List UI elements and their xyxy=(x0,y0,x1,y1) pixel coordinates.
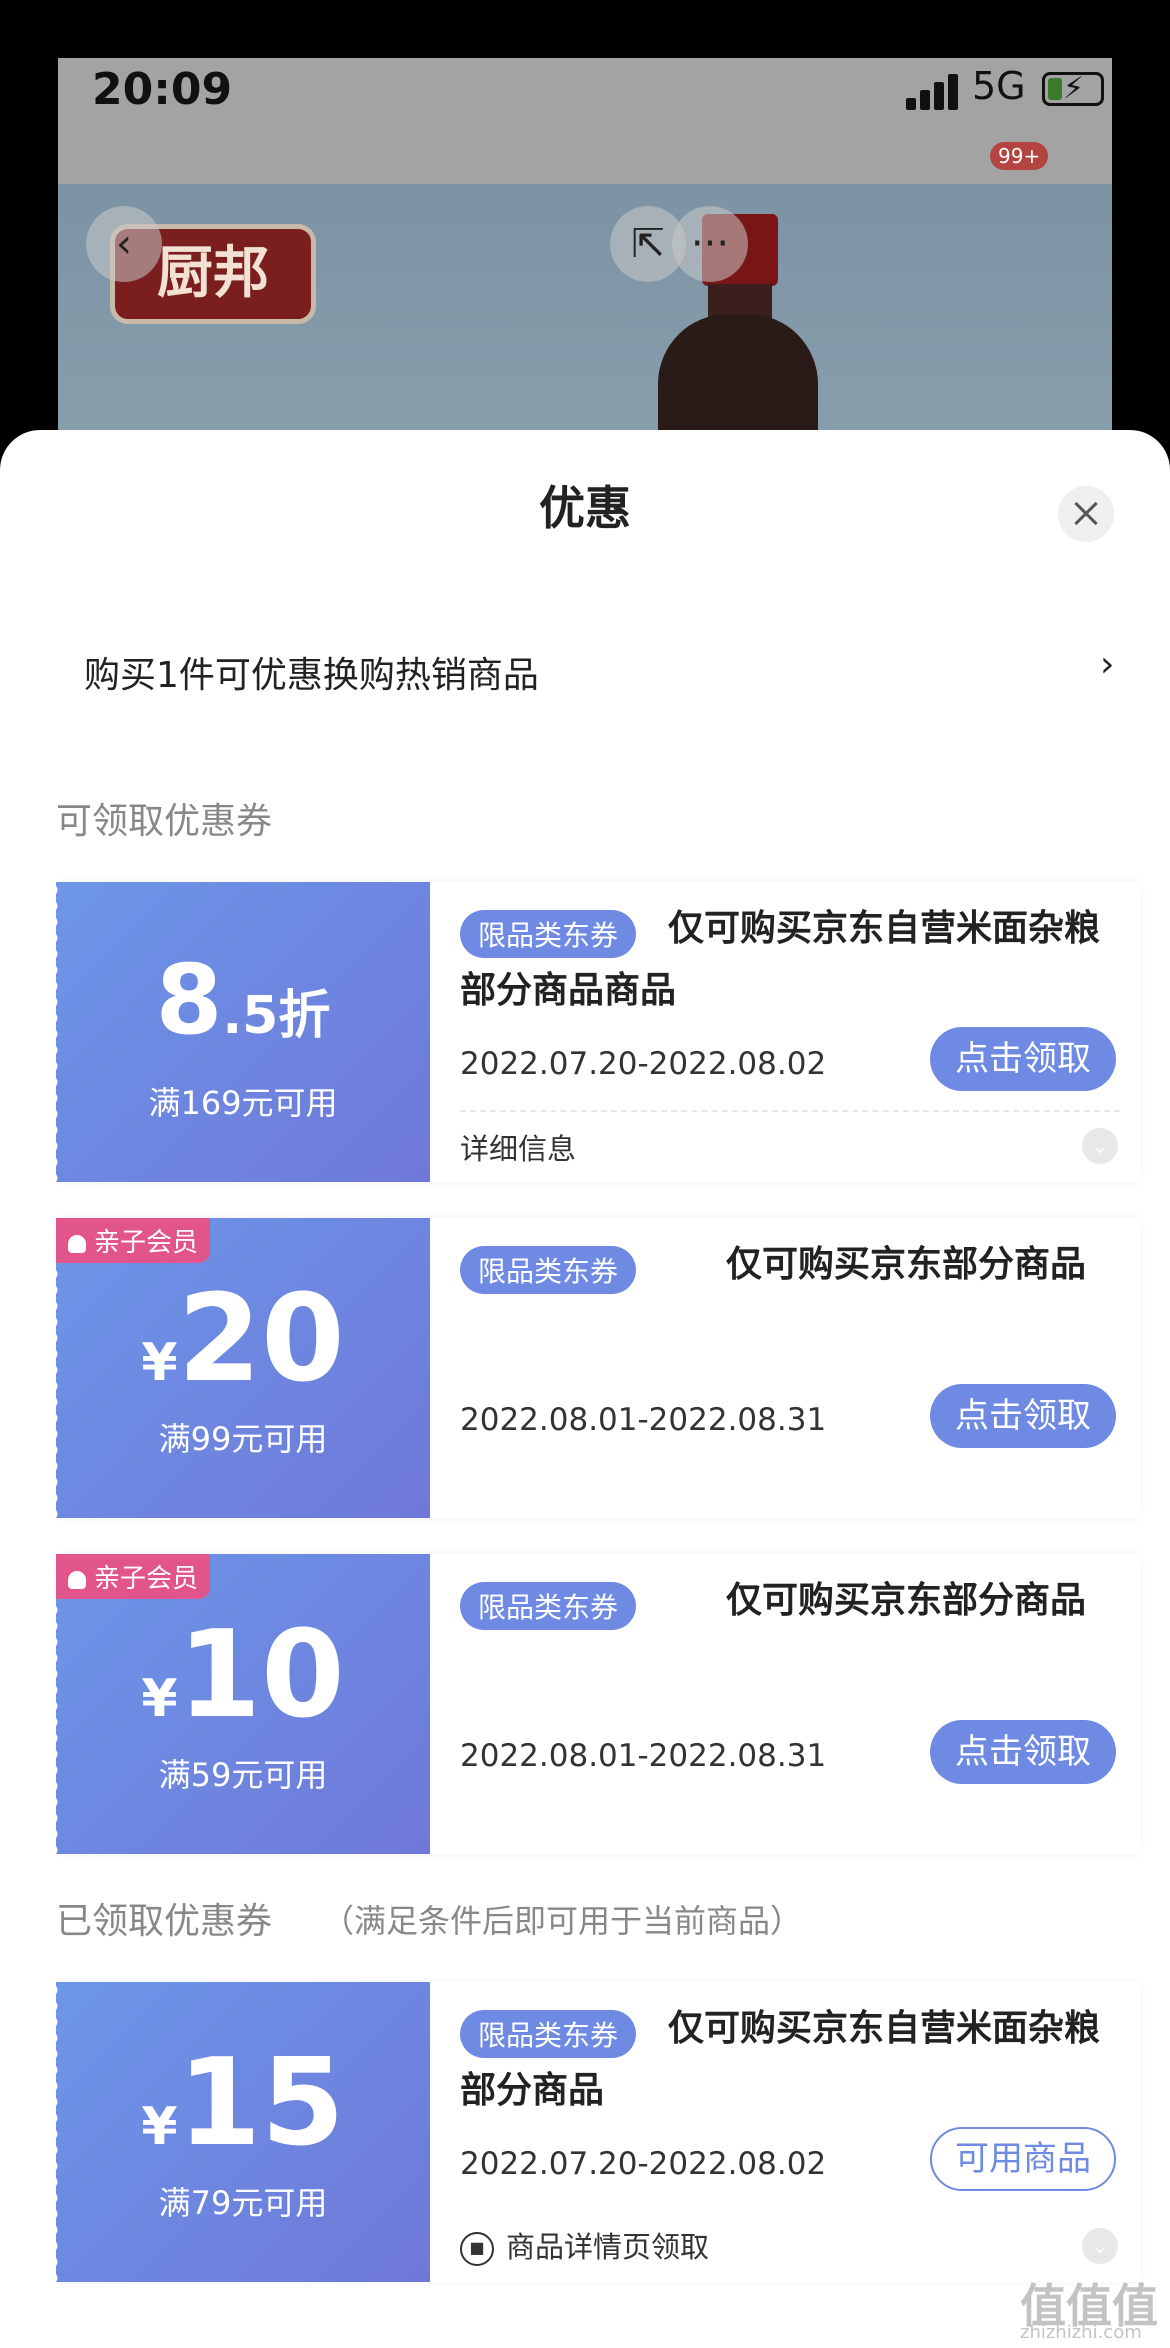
coupon-tag: 限品类东券 xyxy=(460,1246,637,1294)
available-coupons-label: 可领取优惠券 xyxy=(56,801,273,842)
ticket-icon: ■ xyxy=(460,2232,494,2266)
coupon-card: 亲子会员 ¥10 满59元可用 限品类东券 仅可购买京东部分商品 2022.08… xyxy=(52,1554,1140,1854)
coupon-tag: 限品类东券 xyxy=(460,1582,637,1630)
more-icon[interactable]: ··· xyxy=(672,206,748,282)
detail-info-link[interactable]: 详细信息 xyxy=(460,1126,576,1168)
discount-sheet: 优惠 购买1件可优惠换购热销商品 › 可领取优惠券 8.5折 满169元可用 限… xyxy=(0,430,1170,2348)
chevron-down-icon[interactable]: ⌄ xyxy=(1082,1128,1118,1164)
coupon-dates: 2022.08.01-2022.08.31 xyxy=(460,1402,827,1438)
status-time: 20:09 xyxy=(92,64,233,115)
coupon-dates: 2022.07.20-2022.08.02 xyxy=(460,2146,827,2182)
chevron-right-icon[interactable]: › xyxy=(1100,644,1114,685)
coupon-value-panel: ¥15 满79元可用 xyxy=(52,1982,430,2282)
screen: 20:09 5G ⚡ 厨邦 ‹ ⇱ ··· 99+ 优惠 购买1件可优惠换购热销… xyxy=(0,0,1170,2348)
coupon-description: 仅可购买京东自营米面杂粮部分商品商品 xyxy=(460,908,1101,1011)
usable-products-button[interactable]: 可用商品 xyxy=(930,2127,1116,2191)
battery-icon: ⚡ xyxy=(1042,71,1104,106)
sheet-title: 优惠 xyxy=(539,481,631,535)
claim-button[interactable]: 点击领取 xyxy=(930,1384,1116,1448)
promo-link[interactable]: 购买1件可优惠换购热销商品 xyxy=(84,646,539,698)
coupon-value-panel: 亲子会员 ¥20 满99元可用 xyxy=(52,1218,430,1518)
member-badge: 亲子会员 xyxy=(56,1554,211,1599)
coupon-amount: 8.5折 xyxy=(155,944,331,1056)
claimed-coupons-label: 已领取优惠券 xyxy=(56,1901,273,1942)
divider xyxy=(460,1110,1120,1112)
claim-button[interactable]: 点击领取 xyxy=(930,1027,1116,1091)
coupon-value-panel: 亲子会员 ¥10 满59元可用 xyxy=(52,1554,430,1854)
coupon-description: 仅可购买京东自营米面杂粮部分商品 xyxy=(460,2008,1101,2111)
coupon-condition: 满99元可用 xyxy=(158,1420,328,1458)
coupon-card: ¥15 满79元可用 限品类东券 仅可购买京东自营米面杂粮部分商品 2022.0… xyxy=(52,1982,1140,2282)
status-bar: 20:09 5G ⚡ xyxy=(58,58,1112,184)
network-label: 5G xyxy=(972,64,1026,108)
claimed-coupons-note: （满足条件后即可用于当前商品） xyxy=(322,1902,803,1940)
coupon-source: ■ 商品详情页领取 xyxy=(460,2224,709,2266)
back-icon[interactable]: ‹ xyxy=(86,206,162,282)
member-badge: 亲子会员 xyxy=(56,1218,211,1263)
coupon-card: 8.5折 满169元可用 限品类东券 仅可购买京东自营米面杂粮部分商品商品 20… xyxy=(52,882,1140,1182)
coupon-condition: 满169元可用 xyxy=(148,1084,338,1122)
chevron-down-icon[interactable]: ⌄ xyxy=(1082,2228,1118,2264)
coupon-value-panel: 8.5折 满169元可用 xyxy=(52,882,430,1182)
coupon-card: 亲子会员 ¥20 满99元可用 限品类东券 仅可购买京东部分商品 2022.08… xyxy=(52,1218,1140,1518)
product-page-background: 20:09 5G ⚡ 厨邦 ‹ ⇱ ··· xyxy=(58,58,1112,478)
coupon-amount: ¥15 xyxy=(141,2034,345,2173)
notification-badge: 99+ xyxy=(990,142,1049,170)
coupon-dates: 2022.08.01-2022.08.31 xyxy=(460,1738,827,1774)
claim-button[interactable]: 点击领取 xyxy=(930,1720,1116,1784)
coupon-dates: 2022.07.20-2022.08.02 xyxy=(460,1046,827,1082)
coupon-description: 仅可购买京东部分商品 xyxy=(726,1244,1087,1285)
watermark-url: zhizhizhi.com xyxy=(1020,2322,1142,2343)
coupon-condition: 满59元可用 xyxy=(158,1756,328,1794)
signal-icon xyxy=(906,70,966,110)
close-icon[interactable] xyxy=(1058,486,1114,542)
member-icon xyxy=(68,1571,86,1589)
coupon-amount: ¥20 xyxy=(141,1270,345,1409)
coupon-condition: 满79元可用 xyxy=(158,2184,328,2222)
coupon-description: 仅可购买京东部分商品 xyxy=(726,1580,1087,1621)
coupon-amount: ¥10 xyxy=(141,1606,345,1745)
member-icon xyxy=(68,1235,86,1253)
